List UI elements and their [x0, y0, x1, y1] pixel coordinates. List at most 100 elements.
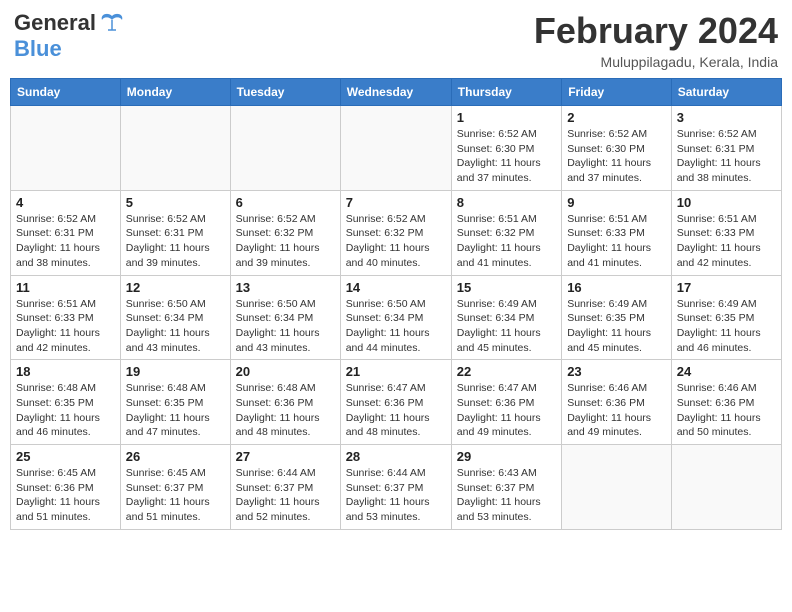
calendar-cell: 13 Sunrise: 6:50 AM Sunset: 6:34 PM Dayli…: [230, 275, 340, 360]
day-number: 12: [126, 280, 225, 295]
day-number: 19: [126, 364, 225, 379]
calendar-cell: 2 Sunrise: 6:52 AM Sunset: 6:30 PM Daylig…: [562, 106, 672, 191]
col-header-wednesday: Wednesday: [340, 79, 451, 106]
day-number: 13: [236, 280, 335, 295]
day-number: 8: [457, 195, 556, 210]
calendar-table: SundayMondayTuesdayWednesdayThursdayFrid…: [10, 78, 782, 530]
day-number: 3: [677, 110, 776, 125]
calendar-cell: 29Sunrise: 6:43 AM Sunset: 6:37 PM Dayli…: [451, 445, 561, 530]
day-number: 17: [677, 280, 776, 295]
month-title: February 2024: [534, 10, 778, 52]
calendar-cell: 27 Sunrise: 6:44 AM Sunset: 6:37 PM Dayli…: [230, 445, 340, 530]
day-number: 4: [16, 195, 115, 210]
day-number: 1: [457, 110, 556, 125]
day-number: 2: [567, 110, 666, 125]
day-info: Sunrise: 6:52 AM Sunset: 6:30 PM Dayligh…: [567, 127, 666, 186]
title-block: February 2024 Muluppilagadu, Kerala, Ind…: [534, 10, 778, 70]
day-info: Sunrise: 6:49 AM Sunset: 6:35 PM Dayligh…: [677, 297, 776, 356]
day-info: Sunrise: 6:45 AM Sunset: 6:36 PM Dayligh…: [16, 466, 115, 525]
calendar-cell: [340, 106, 451, 191]
day-info: Sunrise: 6:49 AM Sunset: 6:34 PM Dayligh…: [457, 297, 556, 356]
day-info: Sunrise: 6:48 AM Sunset: 6:36 PM Dayligh…: [236, 381, 335, 440]
calendar-cell: 23 Sunrise: 6:46 AM Sunset: 6:36 PM Dayli…: [562, 360, 672, 445]
calendar-cell: 1 Sunrise: 6:52 AM Sunset: 6:30 PM Daylig…: [451, 106, 561, 191]
calendar-cell: 14Sunrise: 6:50 AM Sunset: 6:34 PM Dayli…: [340, 275, 451, 360]
calendar-week-row: 18 Sunrise: 6:48 AM Sunset: 6:35 PM Dayli…: [11, 360, 782, 445]
calendar-week-row: 4 Sunrise: 6:52 AM Sunset: 6:31 PM Daylig…: [11, 190, 782, 275]
logo-blue-text: Blue: [14, 36, 62, 61]
day-info: Sunrise: 6:51 AM Sunset: 6:33 PM Dayligh…: [567, 212, 666, 271]
calendar-cell: 6Sunrise: 6:52 AM Sunset: 6:32 PM Daylig…: [230, 190, 340, 275]
calendar-cell: [11, 106, 121, 191]
day-number: 25: [16, 449, 115, 464]
calendar-cell: 24Sunrise: 6:46 AM Sunset: 6:36 PM Dayli…: [671, 360, 781, 445]
calendar-cell: 7 Sunrise: 6:52 AM Sunset: 6:32 PM Daylig…: [340, 190, 451, 275]
calendar-cell: 19Sunrise: 6:48 AM Sunset: 6:35 PM Dayli…: [120, 360, 230, 445]
calendar-cell: 3 Sunrise: 6:52 AM Sunset: 6:31 PM Daylig…: [671, 106, 781, 191]
day-number: 26: [126, 449, 225, 464]
day-number: 22: [457, 364, 556, 379]
calendar-cell: 20 Sunrise: 6:48 AM Sunset: 6:36 PM Dayli…: [230, 360, 340, 445]
col-header-friday: Friday: [562, 79, 672, 106]
day-info: Sunrise: 6:50 AM Sunset: 6:34 PM Dayligh…: [346, 297, 446, 356]
location-title: Muluppilagadu, Kerala, India: [534, 54, 778, 70]
calendar-cell: [230, 106, 340, 191]
day-number: 9: [567, 195, 666, 210]
day-info: Sunrise: 6:51 AM Sunset: 6:33 PM Dayligh…: [16, 297, 115, 356]
day-number: 5: [126, 195, 225, 210]
day-info: Sunrise: 6:52 AM Sunset: 6:30 PM Dayligh…: [457, 127, 556, 186]
day-info: Sunrise: 6:46 AM Sunset: 6:36 PM Dayligh…: [567, 381, 666, 440]
day-info: Sunrise: 6:43 AM Sunset: 6:37 PM Dayligh…: [457, 466, 556, 525]
day-info: Sunrise: 6:52 AM Sunset: 6:31 PM Dayligh…: [16, 212, 115, 271]
calendar-week-row: 25 Sunrise: 6:45 AM Sunset: 6:36 PM Dayli…: [11, 445, 782, 530]
day-info: Sunrise: 6:52 AM Sunset: 6:32 PM Dayligh…: [346, 212, 446, 271]
day-number: 28: [346, 449, 446, 464]
day-info: Sunrise: 6:51 AM Sunset: 6:33 PM Dayligh…: [677, 212, 776, 271]
calendar-cell: 21 Sunrise: 6:47 AM Sunset: 6:36 PM Dayli…: [340, 360, 451, 445]
logo-general-text: General: [14, 10, 96, 36]
logo: General Blue: [14, 10, 126, 62]
logo-bird-icon: [98, 12, 126, 34]
day-info: Sunrise: 6:49 AM Sunset: 6:35 PM Dayligh…: [567, 297, 666, 356]
day-info: Sunrise: 6:44 AM Sunset: 6:37 PM Dayligh…: [236, 466, 335, 525]
calendar-week-row: 11 Sunrise: 6:51 AM Sunset: 6:33 PM Dayli…: [11, 275, 782, 360]
day-number: 21: [346, 364, 446, 379]
col-header-sunday: Sunday: [11, 79, 121, 106]
day-info: Sunrise: 6:52 AM Sunset: 6:31 PM Dayligh…: [677, 127, 776, 186]
calendar-cell: 17 Sunrise: 6:49 AM Sunset: 6:35 PM Dayli…: [671, 275, 781, 360]
calendar-cell: 26 Sunrise: 6:45 AM Sunset: 6:37 PM Dayli…: [120, 445, 230, 530]
calendar-cell: 22Sunrise: 6:47 AM Sunset: 6:36 PM Dayli…: [451, 360, 561, 445]
day-info: Sunrise: 6:51 AM Sunset: 6:32 PM Dayligh…: [457, 212, 556, 271]
day-number: 11: [16, 280, 115, 295]
day-info: Sunrise: 6:52 AM Sunset: 6:31 PM Dayligh…: [126, 212, 225, 271]
day-info: Sunrise: 6:50 AM Sunset: 6:34 PM Dayligh…: [126, 297, 225, 356]
day-info: Sunrise: 6:45 AM Sunset: 6:37 PM Dayligh…: [126, 466, 225, 525]
col-header-tuesday: Tuesday: [230, 79, 340, 106]
day-number: 18: [16, 364, 115, 379]
day-number: 15: [457, 280, 556, 295]
day-info: Sunrise: 6:47 AM Sunset: 6:36 PM Dayligh…: [346, 381, 446, 440]
day-number: 24: [677, 364, 776, 379]
col-header-thursday: Thursday: [451, 79, 561, 106]
day-number: 27: [236, 449, 335, 464]
calendar-week-row: 1 Sunrise: 6:52 AM Sunset: 6:30 PM Daylig…: [11, 106, 782, 191]
day-info: Sunrise: 6:44 AM Sunset: 6:37 PM Dayligh…: [346, 466, 446, 525]
calendar-cell: 12 Sunrise: 6:50 AM Sunset: 6:34 PM Dayli…: [120, 275, 230, 360]
day-info: Sunrise: 6:48 AM Sunset: 6:35 PM Dayligh…: [16, 381, 115, 440]
calendar-cell: 25 Sunrise: 6:45 AM Sunset: 6:36 PM Dayli…: [11, 445, 121, 530]
col-header-saturday: Saturday: [671, 79, 781, 106]
day-number: 16: [567, 280, 666, 295]
day-number: 6: [236, 195, 335, 210]
calendar-cell: 9 Sunrise: 6:51 AM Sunset: 6:33 PM Daylig…: [562, 190, 672, 275]
calendar-header-row: SundayMondayTuesdayWednesdayThursdayFrid…: [11, 79, 782, 106]
calendar-cell: 28 Sunrise: 6:44 AM Sunset: 6:37 PM Dayli…: [340, 445, 451, 530]
calendar-cell: [671, 445, 781, 530]
calendar-cell: 8 Sunrise: 6:51 AM Sunset: 6:32 PM Daylig…: [451, 190, 561, 275]
calendar-cell: 18 Sunrise: 6:48 AM Sunset: 6:35 PM Dayli…: [11, 360, 121, 445]
day-info: Sunrise: 6:50 AM Sunset: 6:34 PM Dayligh…: [236, 297, 335, 356]
day-number: 7: [346, 195, 446, 210]
calendar-cell: 5 Sunrise: 6:52 AM Sunset: 6:31 PM Daylig…: [120, 190, 230, 275]
day-number: 23: [567, 364, 666, 379]
day-number: 20: [236, 364, 335, 379]
calendar-cell: 11 Sunrise: 6:51 AM Sunset: 6:33 PM Dayli…: [11, 275, 121, 360]
